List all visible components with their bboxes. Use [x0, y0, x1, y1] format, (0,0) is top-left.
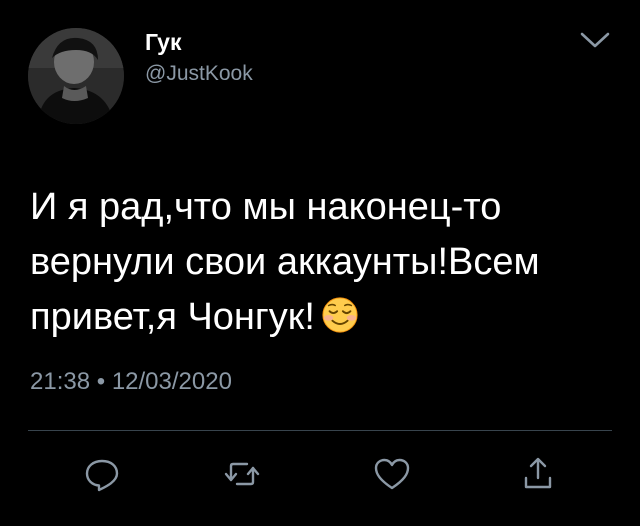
tweet-time: 21:38 — [30, 368, 91, 395]
retweet-icon[interactable] — [222, 454, 262, 494]
tweet-body: И я рад,что мы наконец-то вернули свои а… — [30, 180, 620, 345]
tweet-timestamp: 21:38 • 12/03/2020 — [30, 368, 232, 396]
share-icon[interactable] — [518, 454, 558, 494]
chevron-down-icon[interactable] — [578, 28, 612, 52]
tweet-date: 12/03/2020 — [111, 368, 232, 395]
tweet-text: И я рад,что мы наконец-то вернули свои а… — [30, 186, 540, 338]
smiling-face-icon — [321, 296, 359, 334]
display-name[interactable]: Гук — [145, 31, 181, 54]
divider — [28, 430, 612, 431]
timestamp-separator: • — [96, 368, 106, 395]
like-icon[interactable] — [372, 454, 412, 494]
avatar[interactable] — [28, 28, 124, 124]
user-handle[interactable]: @JustKook — [145, 63, 253, 84]
reply-icon[interactable] — [82, 454, 122, 494]
profile-photo — [28, 28, 124, 124]
